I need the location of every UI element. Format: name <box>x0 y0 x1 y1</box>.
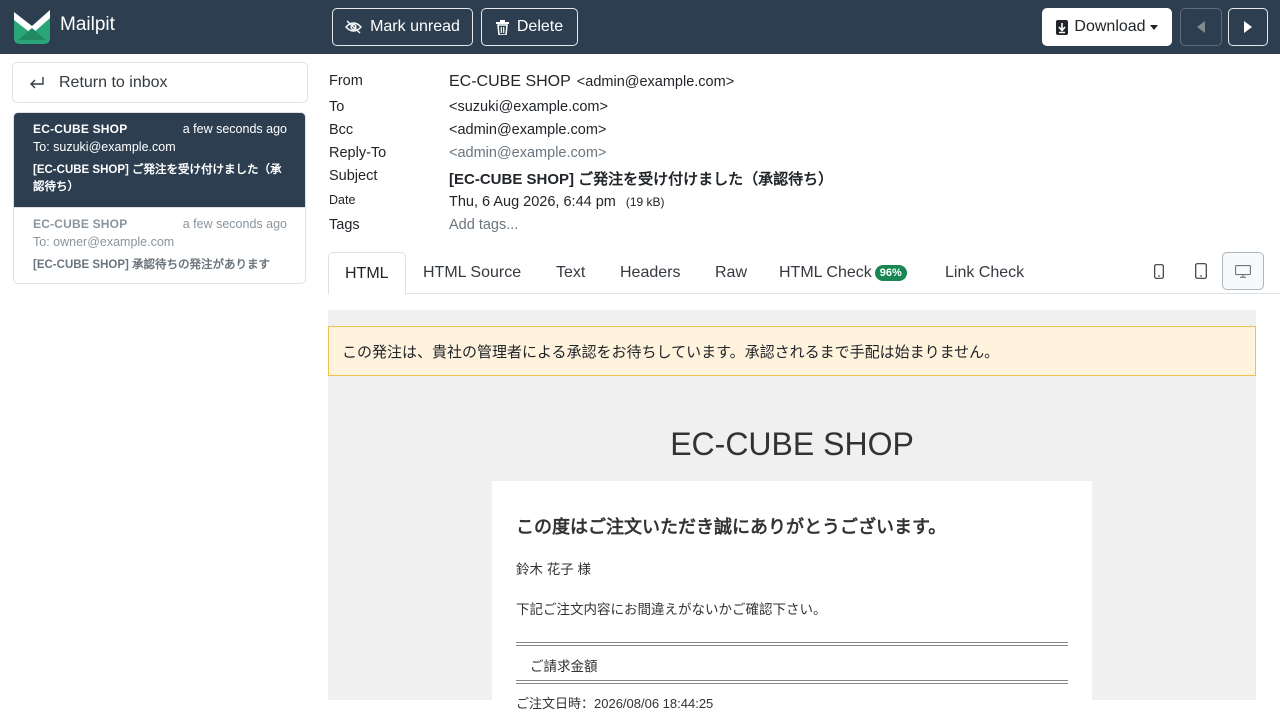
tab-headers[interactable]: Headers <box>620 252 680 294</box>
reply-to-value: <admin@example.com> <box>449 145 607 161</box>
return-label: Return to inbox <box>59 73 168 91</box>
html-check-score-badge: 96% <box>874 265 907 281</box>
message-list-item[interactable]: EC-CUBE SHOP a few seconds ago To: suzuk… <box>14 113 305 208</box>
mailpit-logo-icon[interactable] <box>12 8 52 46</box>
email-preview: この発注は、貴社の管理者による承認をお待ちしています。承認されるまで手配は始まり… <box>328 310 1256 711</box>
approval-notice: この発注は、貴社の管理者による承認をお待ちしています。承認されるまで手配は始まり… <box>328 326 1256 376</box>
date-value: Thu, 6 Aug 2026, 6:44 pm (19 kB) <box>449 194 665 210</box>
tags-input[interactable]: Add tags... <box>449 217 518 233</box>
to-label: To <box>329 99 345 115</box>
delete-button[interactable]: Delete <box>481 8 578 46</box>
date-label: Date <box>329 193 356 207</box>
message-date: a few seconds ago <box>182 122 287 136</box>
mark-unread-label: Mark unread <box>370 18 460 35</box>
tablet-icon <box>1195 263 1207 279</box>
message-to: To: suzuki@example.com <box>33 140 176 154</box>
mark-unread-button[interactable]: Mark unread <box>332 8 473 46</box>
eye-slash-icon <box>345 20 363 34</box>
return-to-inbox-button[interactable]: Return to inbox <box>12 62 308 103</box>
subject-label: Subject <box>329 168 378 184</box>
caret-right-icon <box>1244 21 1252 33</box>
download-dropdown-button[interactable]: Download <box>1042 8 1172 46</box>
tags-label: Tags <box>329 217 360 233</box>
trash-icon <box>495 19 509 35</box>
tab-text[interactable]: Text <box>556 252 585 294</box>
tab-raw[interactable]: Raw <box>715 252 747 294</box>
top-navbar: Mailpit Mark unread Delete Download <box>0 0 1280 54</box>
message-subject: [EC-CUBE SHOP] 承認待ちの発注があります <box>33 259 271 271</box>
desktop-view-button[interactable] <box>1222 252 1264 290</box>
html-check-label: HTML Check <box>779 264 872 281</box>
message-list: EC-CUBE SHOP a few seconds ago To: suzuk… <box>13 112 306 284</box>
view-tabs: HTML HTML Source Text Headers Raw HTML C… <box>328 252 1280 295</box>
reply-to-label: Reply-To <box>329 145 387 161</box>
email-body-card: この度はご注文いただき誠にありがとうございます。 鈴木 花子 様 下記ご注文内容… <box>492 481 1092 711</box>
tab-link-check[interactable]: Link Check <box>945 252 1024 294</box>
message-date: a few seconds ago <box>182 217 287 231</box>
from-name: EC-CUBE SHOP <box>449 73 571 90</box>
previous-message-button[interactable] <box>1180 8 1222 46</box>
bcc-value: <admin@example.com> <box>449 122 607 138</box>
download-label: Download <box>1074 18 1146 35</box>
message-size: (19 kB) <box>625 195 665 209</box>
phone-icon <box>1154 263 1164 279</box>
from-email: <admin@example.com> <box>576 74 735 90</box>
tab-html-source[interactable]: HTML Source <box>423 252 521 294</box>
billing-label: ご請求金額 <box>530 659 598 674</box>
message-to: To: owner@example.com <box>33 235 175 249</box>
shop-title: EC-CUBE SHOP <box>670 426 914 462</box>
message-list-item[interactable]: EC-CUBE SHOP a few seconds ago To: owner… <box>14 208 305 283</box>
caret-down-icon <box>1149 24 1158 30</box>
order-date: ご注文日時：2026/08/06 18:44:25 <box>516 696 714 711</box>
delete-label: Delete <box>516 18 564 35</box>
date-text: Thu, 6 Aug 2026, 6:44 pm <box>449 194 616 210</box>
confirm-message: 下記ご注文内容にお間違えがないかご確認下さい。 <box>516 602 827 617</box>
message-subject: [EC-CUBE SHOP] ご発注を受け付けました（承認待ち） <box>33 164 282 193</box>
from-value: EC-CUBE SHOP <admin@example.com> <box>449 73 734 91</box>
bcc-label: Bcc <box>329 122 354 138</box>
subject-value: [EC-CUBE SHOP] ご発注を受け付けました（承認待ち） <box>449 171 834 188</box>
divider <box>516 642 1068 646</box>
from-label: From <box>329 73 363 89</box>
app-name[interactable]: Mailpit <box>60 14 115 36</box>
to-value: <suzuki@example.com> <box>449 99 608 115</box>
next-message-button[interactable] <box>1228 8 1268 46</box>
caret-left-icon <box>1197 21 1205 33</box>
file-download-icon <box>1056 19 1069 35</box>
divider <box>516 680 1068 684</box>
return-arrow-icon <box>30 76 44 88</box>
monitor-icon <box>1235 264 1251 278</box>
mobile-view-button[interactable] <box>1148 252 1170 290</box>
thanks-heading: この度はご注文いただき誠にありがとうございます。 <box>516 517 947 537</box>
tab-html-check[interactable]: HTML Check 96% <box>779 252 907 294</box>
tablet-view-button[interactable] <box>1190 252 1212 290</box>
customer-name: 鈴木 花子 様 <box>516 562 592 577</box>
tab-html[interactable]: HTML <box>328 252 406 295</box>
